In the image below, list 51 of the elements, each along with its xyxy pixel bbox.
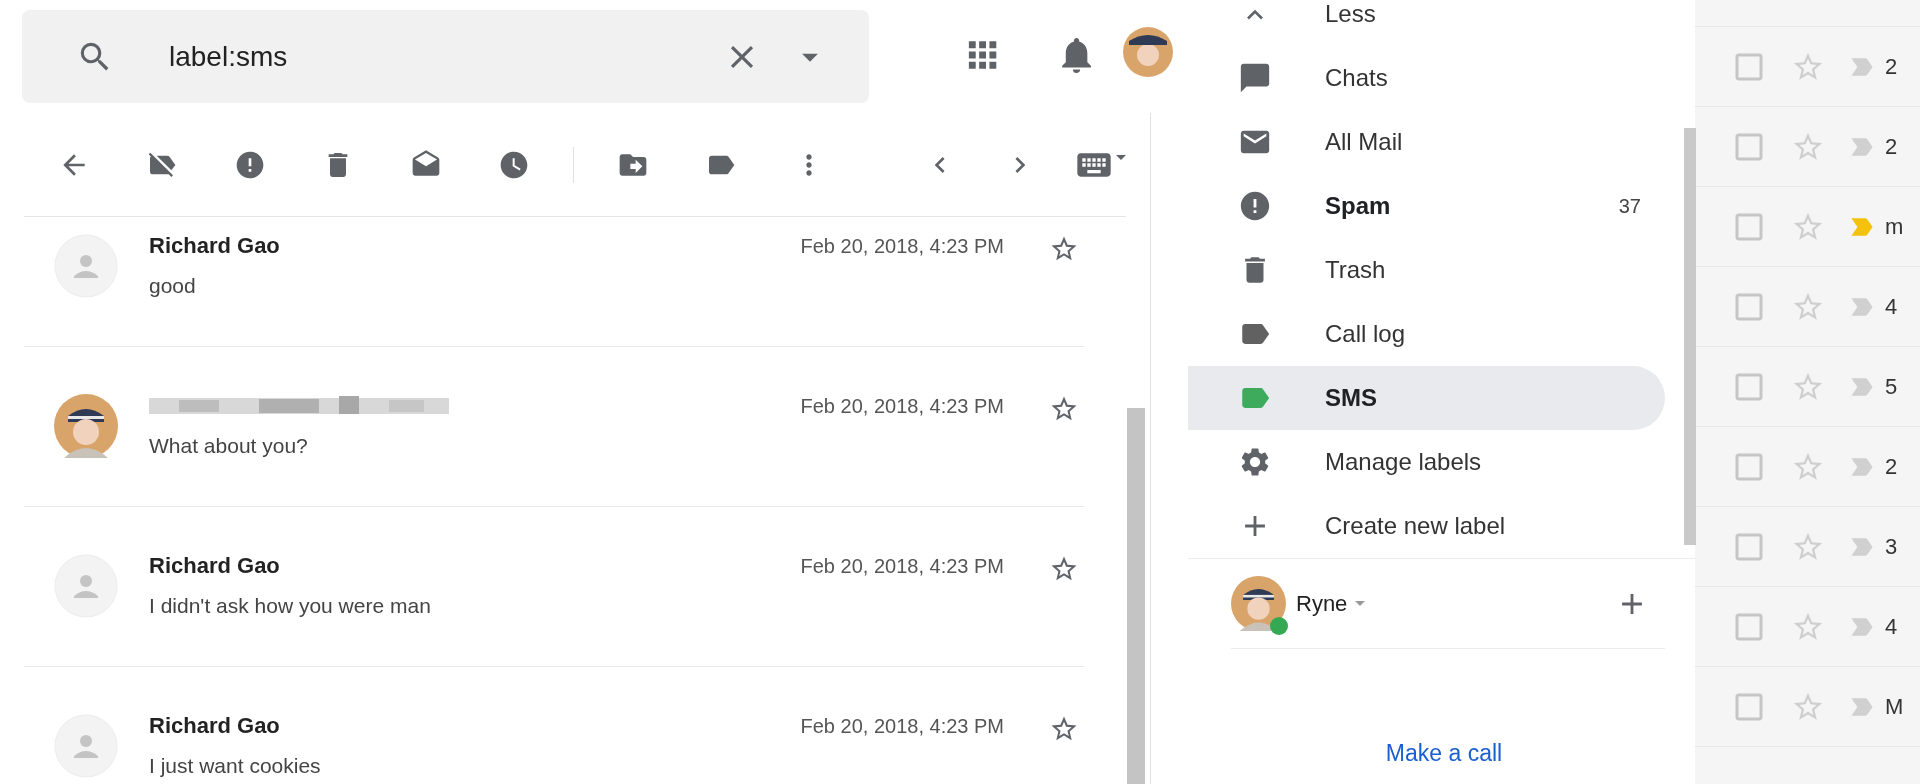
message-text: good bbox=[149, 274, 197, 298]
message-text: What about you? bbox=[149, 434, 309, 458]
avatar[interactable] bbox=[1123, 27, 1173, 77]
menu-label: Less bbox=[1325, 0, 1377, 29]
message-text: I just want cookies bbox=[149, 754, 322, 778]
menu-item[interactable]: SMS bbox=[1188, 366, 1665, 430]
menu-label: SMS bbox=[1325, 383, 1378, 413]
menu-label: Spam bbox=[1325, 191, 1392, 221]
email-row-text: 2 bbox=[1885, 53, 1898, 81]
email-row-text: m bbox=[1885, 213, 1904, 241]
menu-label: Create new label bbox=[1325, 511, 1507, 541]
message-time: Feb 20, 2018, 4:23 PM bbox=[800, 554, 1004, 578]
sender-name: Richard Gao bbox=[149, 714, 281, 738]
email-row-text: 2 bbox=[1885, 133, 1898, 161]
message-time: Feb 20, 2018, 4:23 PM bbox=[800, 394, 1004, 418]
dropdown-caret-icon bbox=[1116, 155, 1126, 160]
menu-item[interactable]: Less bbox=[1188, 0, 1665, 46]
search-field[interactable]: label:sms bbox=[22, 10, 869, 103]
sender-name: Richard Gao bbox=[149, 234, 281, 258]
avatar bbox=[1231, 576, 1286, 631]
menu-item[interactable]: Manage labels bbox=[1188, 430, 1665, 494]
scrollbar[interactable] bbox=[1127, 408, 1145, 784]
menu-item[interactable]: Trash bbox=[1188, 238, 1665, 302]
email-row-text: 4 bbox=[1885, 613, 1898, 641]
scrollbar[interactable] bbox=[1684, 128, 1696, 545]
menu-label: Call log bbox=[1325, 319, 1407, 349]
menu-item[interactable]: Chats bbox=[1188, 46, 1665, 110]
email-row-text: 5 bbox=[1885, 373, 1898, 401]
unread-count: 37 bbox=[1618, 194, 1641, 219]
sender-name: Richard Gao bbox=[149, 554, 281, 578]
exclamation-icon bbox=[1238, 189, 1272, 223]
dropdown-caret-icon bbox=[1355, 601, 1366, 606]
email-row-text: 3 bbox=[1885, 533, 1898, 561]
message-time: Feb 20, 2018, 4:23 PM bbox=[800, 714, 1004, 738]
search-input[interactable]: label:sms bbox=[169, 35, 723, 78]
menu-label: Chats bbox=[1325, 63, 1389, 93]
menu-label: All Mail bbox=[1325, 127, 1404, 157]
email-row-text: 4 bbox=[1885, 293, 1898, 321]
menu-item[interactable]: Create new label bbox=[1188, 494, 1665, 558]
chevron-up-icon bbox=[1246, 8, 1264, 20]
account-switcher[interactable]: Ryne bbox=[1296, 587, 1366, 620]
menu-item[interactable]: Spam 37 bbox=[1188, 174, 1665, 238]
email-row-text: 2 bbox=[1885, 453, 1898, 481]
menu-label: Trash bbox=[1325, 255, 1387, 285]
make-call-link[interactable]: Make a call bbox=[1385, 736, 1503, 771]
menu-label: Manage labels bbox=[1325, 447, 1483, 477]
message-text: I didn't ask how you were man bbox=[149, 594, 432, 618]
email-row-text: M bbox=[1885, 693, 1904, 721]
menu-item[interactable]: Call log bbox=[1188, 302, 1665, 366]
menu-item[interactable]: All Mail bbox=[1188, 110, 1665, 174]
message-time: Feb 20, 2018, 4:23 PM bbox=[800, 234, 1004, 258]
